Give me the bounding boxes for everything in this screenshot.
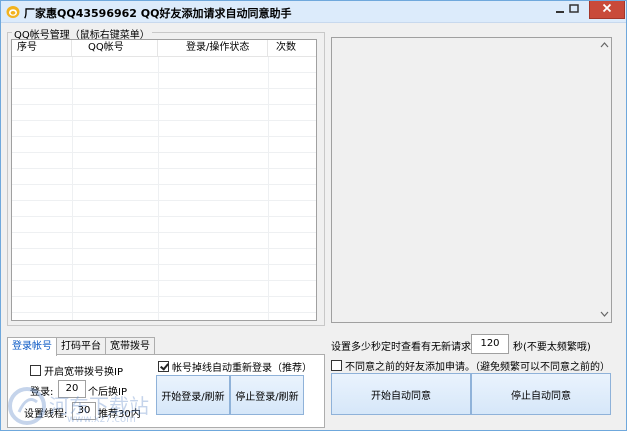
title-bar[interactable]: 厂家惠QQ43596962 QQ好友添加请求自动同意助手: [1, 1, 626, 23]
tab-login-account[interactable]: 登录帐号: [7, 337, 57, 356]
account-list-header: 序号 QQ帐号 登录/操作状态 次数: [12, 40, 316, 57]
checkbox-box[interactable]: [158, 361, 169, 372]
grid-line: [158, 57, 159, 320]
login-count-input[interactable]: 20: [58, 380, 86, 398]
login-count-label: 登录:: [30, 387, 54, 398]
tab-captcha-platform[interactable]: 打码平台: [56, 337, 106, 355]
auto-relogin-label: 帐号掉线自动重新登录（推荐）: [172, 363, 312, 374]
column-header-status[interactable]: 登录/操作状态: [158, 40, 268, 57]
threads-hint: 推荐30内: [98, 409, 141, 420]
window-title: 厂家惠QQ43596962 QQ好友添加请求自动同意助手: [24, 7, 292, 20]
interval-hint: 秒(不要太频繁哦): [513, 342, 591, 353]
checkbox-box[interactable]: [30, 365, 41, 376]
close-icon: [602, 3, 612, 16]
account-list-rows: [12, 57, 316, 320]
stop-auto-accept-button[interactable]: 停止自动同意: [471, 373, 611, 415]
app-logo-icon: [6, 5, 20, 19]
interval-label: 设置多少秒定时查看有无新请求:: [331, 342, 475, 353]
scroll-up-icon[interactable]: [600, 41, 609, 50]
start-auto-accept-button[interactable]: 开始自动同意: [331, 373, 471, 415]
start-login-button[interactable]: 开始登录/刷新: [156, 375, 230, 415]
threads-label: 设置线程:: [24, 409, 68, 420]
app-window: 厂家惠QQ43596962 QQ好友添加请求自动同意助手 QQ帐号管理（鼠标右键…: [0, 0, 627, 431]
grid-line: [268, 57, 269, 320]
maximize-button[interactable]: [562, 1, 586, 19]
column-header-index[interactable]: 序号: [12, 40, 72, 57]
close-button[interactable]: [589, 1, 625, 19]
reject-previous-label: 不同意之前的好友添加申请。（避免频繁可以不同意之前的）: [345, 362, 610, 373]
column-header-qq[interactable]: QQ帐号: [72, 40, 158, 57]
log-textarea[interactable]: [331, 37, 612, 323]
checkbox-box[interactable]: [331, 360, 342, 371]
login-tab-panel: 开启宽带拨号换IP 帐号掉线自动重新登录（推荐） 登录: 20 个后换IP 设置…: [7, 354, 325, 428]
maximize-icon: [569, 3, 579, 17]
after-ip-label: 个后换IP: [88, 387, 127, 398]
threads-input[interactable]: 30: [72, 402, 96, 420]
interval-input[interactable]: 120: [471, 334, 509, 354]
auto-relogin-checkbox[interactable]: 帐号掉线自动重新登录（推荐）: [158, 359, 312, 374]
grid-line: [72, 57, 73, 320]
tab-bar: 登录帐号 打码平台 宽带拨号: [7, 337, 155, 356]
stop-login-button[interactable]: 停止登录/刷新: [230, 375, 304, 415]
column-header-count[interactable]: 次数: [268, 40, 316, 57]
broadband-ip-checkbox[interactable]: 开启宽带拨号换IP: [30, 363, 123, 378]
broadband-ip-label: 开启宽带拨号换IP: [44, 367, 123, 378]
reject-previous-checkbox[interactable]: 不同意之前的好友添加申请。（避免频繁可以不同意之前的）: [331, 358, 610, 373]
scroll-down-icon[interactable]: [600, 310, 609, 319]
account-list[interactable]: 序号 QQ帐号 登录/操作状态 次数: [11, 39, 317, 321]
tab-broadband-dial[interactable]: 宽带拨号: [105, 337, 155, 355]
